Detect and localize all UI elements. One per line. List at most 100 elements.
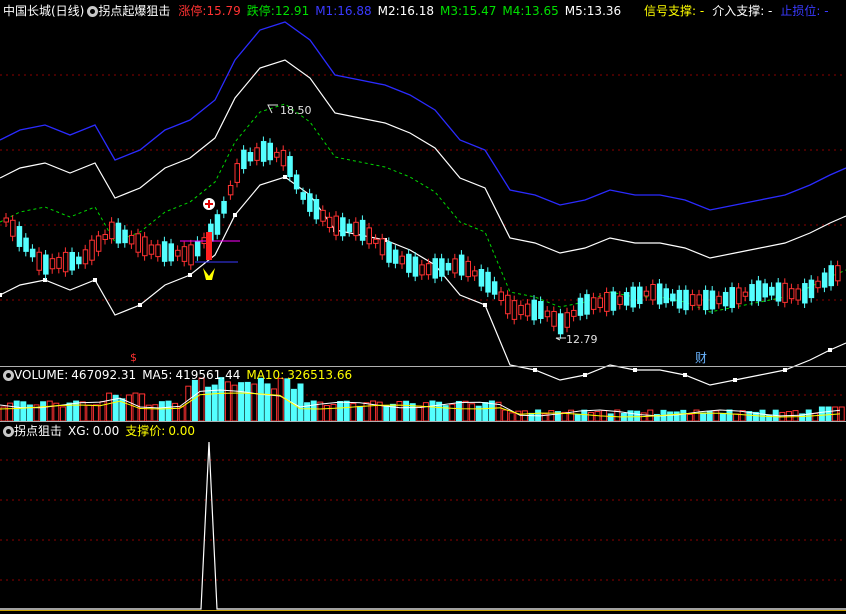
candle-body (551, 310, 557, 327)
candle-body (439, 258, 445, 277)
candle-body (412, 256, 419, 277)
candle-body (214, 214, 221, 235)
volume-settings-gear-icon[interactable] (3, 369, 14, 381)
volume-bar (40, 401, 47, 422)
candle-body (775, 282, 782, 302)
candle-body (307, 193, 313, 212)
candle-body (36, 251, 42, 271)
lower-band-dot (93, 278, 97, 282)
candle-body (491, 281, 498, 295)
candle-body (742, 291, 749, 297)
volume-bar (673, 411, 680, 422)
candle-body (643, 290, 650, 297)
volume-bar (627, 410, 634, 422)
volume-bar (429, 400, 436, 422)
candle-body (115, 222, 122, 244)
band-lines (0, 21, 846, 386)
volume-bar (73, 400, 80, 422)
candle-body (353, 221, 359, 237)
panel-divider-2[interactable] (0, 421, 846, 422)
candle-body (557, 313, 564, 335)
candle-body (373, 238, 379, 244)
candle-body (161, 241, 168, 262)
candle-body (590, 297, 597, 310)
upper-band-line (0, 21, 846, 211)
volume-bar (125, 394, 132, 422)
volume-bar (403, 400, 410, 422)
candle-body (650, 284, 656, 301)
volume-bar (224, 381, 231, 422)
candle-body (62, 251, 69, 273)
lower-band-dot (188, 273, 192, 277)
volume-bar (20, 401, 27, 422)
candle-body (419, 264, 425, 276)
lower-band-dot (233, 213, 237, 217)
volume-bar (812, 412, 819, 422)
candle-body (670, 293, 676, 302)
candle-body (703, 289, 709, 311)
candle-body (320, 209, 326, 222)
ma10-label: MA10: (246, 368, 285, 382)
candle-body (689, 294, 696, 306)
volume-bar (469, 403, 476, 422)
candle-body (274, 151, 280, 158)
volume-bars[interactable] (0, 377, 845, 422)
candle-body (432, 258, 438, 279)
candle-body (366, 227, 372, 245)
candle-body (168, 243, 174, 262)
volume-bar (106, 392, 113, 422)
volume-bar (350, 403, 357, 422)
volume-bar (337, 401, 344, 422)
candle-body (234, 163, 240, 183)
candle-body (604, 292, 610, 312)
volume-bar (462, 400, 469, 422)
s-marker: $ (130, 351, 137, 364)
lower-band-dot (783, 368, 787, 372)
candle-body (379, 238, 386, 256)
candle-body (128, 234, 135, 245)
volume-bar (422, 402, 429, 422)
candle-body (102, 234, 108, 240)
support-price-label: 支撑价: (125, 424, 166, 438)
candle-body (835, 265, 841, 282)
volume-bar (46, 400, 53, 422)
volume-bar (825, 406, 832, 422)
volume-bar (713, 410, 720, 422)
xg-label: XG: (68, 424, 90, 438)
volume-bar (396, 401, 403, 422)
volume-bar (508, 412, 515, 422)
candle-body (802, 283, 808, 304)
signal-settings-gear-icon[interactable] (3, 425, 14, 437)
volume-bar (581, 409, 588, 422)
candle-body (399, 255, 405, 265)
candle-body (95, 235, 102, 252)
candle-body (505, 294, 511, 315)
candle-body (313, 199, 320, 220)
volume-bar (356, 405, 363, 422)
volume-bar (587, 411, 594, 422)
volume-bar (502, 409, 509, 422)
lower-band-dot (583, 373, 587, 377)
candle-body (82, 249, 89, 265)
candle-body (69, 251, 75, 271)
candle-body (683, 289, 689, 311)
kline-chart-canvas[interactable]: 18.50 12.79 $ 财 (0, 0, 846, 614)
volume-bar (548, 410, 555, 422)
candle-body (56, 256, 62, 269)
candle-body (736, 287, 742, 305)
candle-body (564, 312, 570, 328)
lower-band-dot (533, 368, 537, 372)
lower-band-dot (683, 373, 687, 377)
high-price-label: 18.50 (280, 104, 312, 117)
volume-bar (198, 377, 205, 422)
candle-body (808, 279, 815, 299)
candle-body (293, 174, 300, 190)
candle-body (16, 226, 23, 247)
candlesticks[interactable] (3, 136, 841, 339)
candle-body (676, 289, 683, 309)
candle-body (175, 249, 181, 257)
volume-bar (178, 406, 185, 422)
candle-body (194, 240, 201, 257)
candle-body (326, 216, 333, 228)
candle-body (267, 142, 273, 161)
